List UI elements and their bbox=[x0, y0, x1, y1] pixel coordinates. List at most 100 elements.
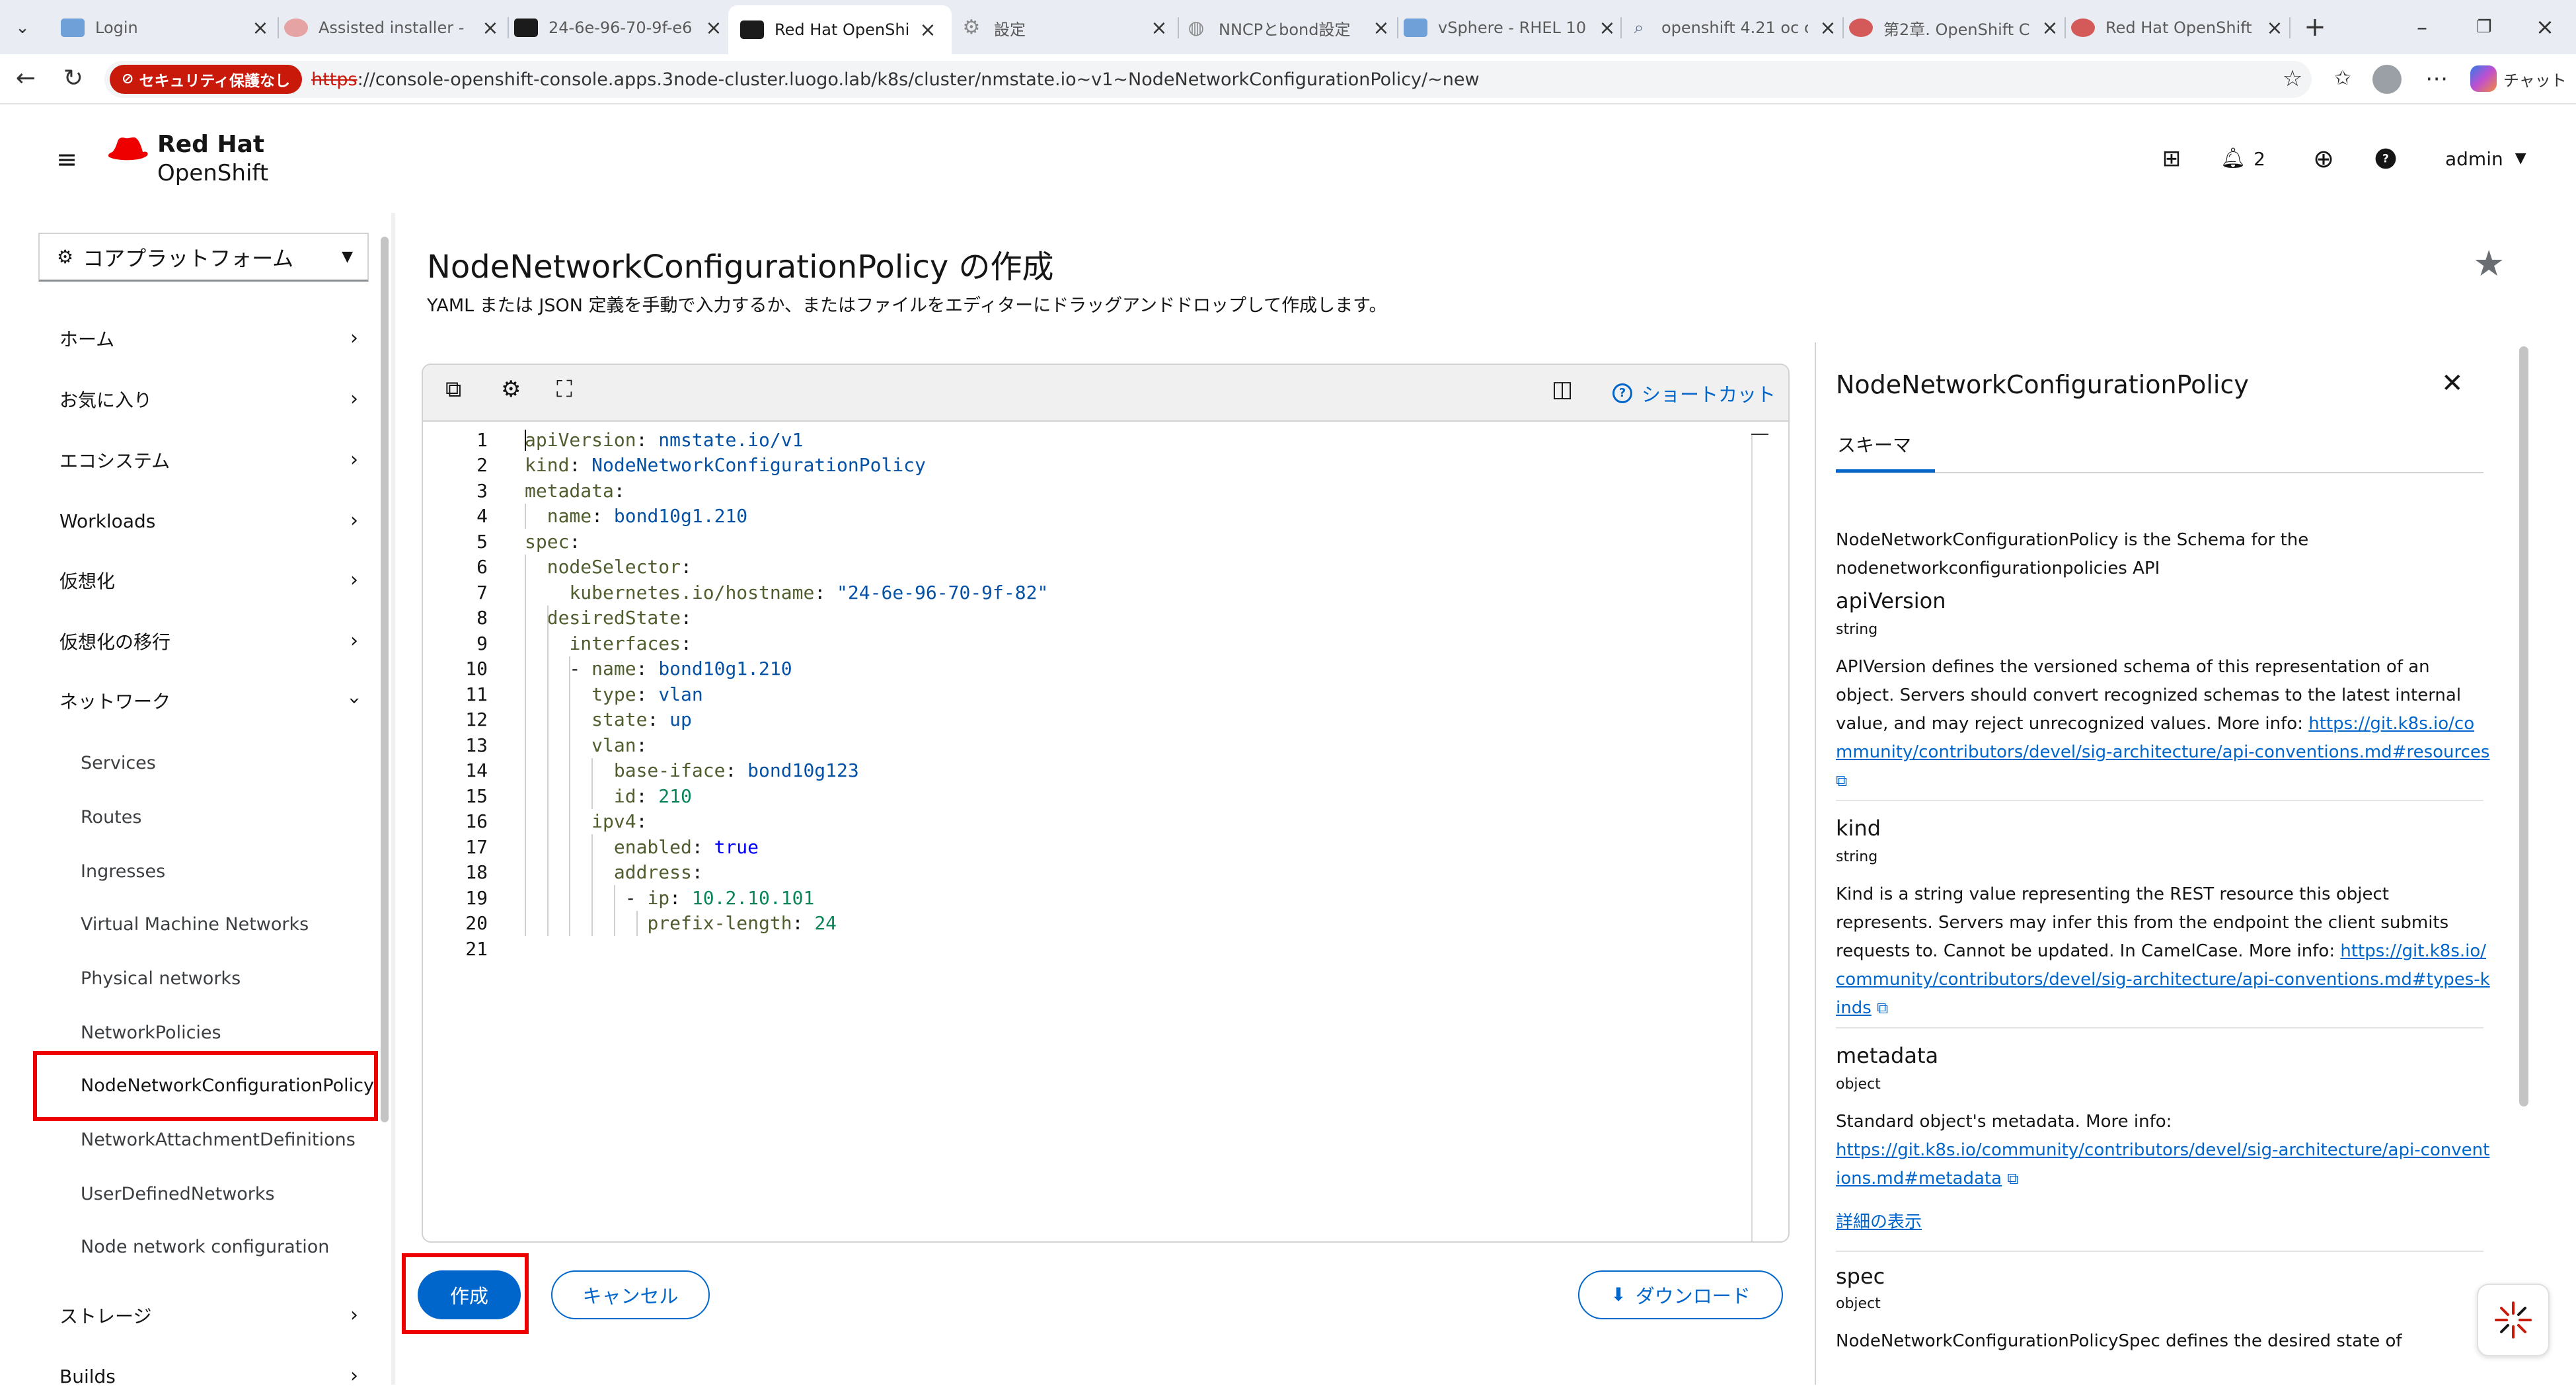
field-doc-link[interactable]: https://git.k8s.io/community/contributor… bbox=[1836, 1140, 2489, 1188]
help-question-icon[interactable]: ? bbox=[2375, 148, 2396, 169]
code-line[interactable]: 20 prefix-length: 24 bbox=[423, 911, 837, 937]
shortcuts-link[interactable]: ? ショートカット bbox=[1612, 379, 1776, 407]
sidebar-item-migration[interactable]: 仮想化の移行 › bbox=[59, 621, 370, 661]
yaml-editor[interactable]: ⧉ ⚙ ⛶ ◫ ? ショートカット 1 apiVersion: nmstate.i… bbox=[422, 364, 1790, 1243]
sidebar-item-storage[interactable]: ストレージ › bbox=[59, 1296, 370, 1335]
close-icon[interactable]: × bbox=[2263, 17, 2287, 40]
favorite-star-icon[interactable]: ★ bbox=[2473, 246, 2505, 282]
window-minimize-icon[interactable]: – bbox=[2406, 12, 2439, 42]
view-details-link[interactable]: 詳細の表示 bbox=[1836, 1208, 1922, 1237]
close-icon[interactable]: × bbox=[248, 17, 272, 40]
code-line[interactable]: 15 id: 210 bbox=[423, 783, 692, 809]
browser-tab-search[interactable]: ⌕ openshift 4.21 oc co × bbox=[1627, 8, 1840, 48]
code-line[interactable]: 6 nodeSelector: bbox=[423, 555, 692, 580]
security-warning-badge[interactable]: ⊘ セキュリティ保護なし bbox=[110, 65, 303, 94]
code-line[interactable]: 11 type: vlan bbox=[423, 681, 702, 707]
sidebar-item-vm-networks[interactable]: Virtual Machine Networks bbox=[81, 904, 309, 944]
code-line[interactable]: 8 desiredState: bbox=[423, 605, 692, 631]
sidebar-item-favorites[interactable]: お気に入り › bbox=[59, 379, 370, 419]
code-line[interactable]: 14 base-iface: bond10g123 bbox=[423, 758, 858, 784]
download-button[interactable]: ⬇ ダウンロード bbox=[1578, 1270, 1783, 1319]
bookmark-star-icon[interactable]: ☆ bbox=[2277, 63, 2308, 94]
close-icon[interactable]: × bbox=[1595, 17, 1619, 40]
code-line[interactable]: 5 spec: bbox=[423, 529, 580, 555]
line-number: 11 bbox=[465, 683, 488, 705]
openshift-logo[interactable]: Red Hat OpenShift bbox=[106, 127, 291, 193]
sidebar-item-routes[interactable]: Routes bbox=[81, 797, 141, 837]
copy-icon[interactable]: ⧉ bbox=[445, 378, 461, 401]
code-line[interactable]: 2 kind: NodeNetworkConfigurationPolicy bbox=[423, 453, 926, 479]
browser-tab-chapter2[interactable]: 第2章. OpenShift C × bbox=[1849, 8, 2062, 48]
sidebar-item-ecosystem[interactable]: エコシステム › bbox=[59, 440, 370, 480]
gear-icon[interactable]: ⚙ bbox=[501, 378, 521, 401]
app-launcher-grid-icon[interactable]: ⊞ bbox=[2157, 144, 2186, 173]
browser-tab-login[interactable]: Login × bbox=[61, 8, 272, 48]
close-icon[interactable]: × bbox=[1147, 17, 1171, 40]
sidebar-item-network-policies[interactable]: NetworkPolicies bbox=[81, 1013, 221, 1052]
copilot-button[interactable]: チャット bbox=[2470, 63, 2567, 94]
browser-tab-vsphere[interactable]: vSphere - RHEL 10 G × bbox=[1404, 8, 1619, 48]
sidebar-scrollbar[interactable] bbox=[381, 237, 389, 1122]
reload-icon[interactable]: ↻ bbox=[58, 63, 89, 94]
browser-tab-openshift-active[interactable]: Red Hat OpenShift × bbox=[728, 5, 952, 54]
close-icon[interactable]: × bbox=[1816, 17, 1840, 40]
sidebar-item-home[interactable]: ホーム › bbox=[59, 319, 370, 358]
code-line[interactable]: 13 vlan: bbox=[423, 732, 647, 758]
code-line[interactable]: 10 - name: bond10g1.210 bbox=[423, 656, 792, 682]
close-icon[interactable]: ✕ bbox=[2441, 370, 2464, 397]
new-tab-plus-icon[interactable]: + bbox=[2298, 12, 2331, 42]
code-line[interactable]: 1 apiVersion: nmstate.io/v1 bbox=[423, 427, 803, 453]
code-line[interactable]: 4 name: bond10g1.210 bbox=[423, 504, 747, 529]
sidebar-item-builds[interactable]: Builds › bbox=[59, 1356, 370, 1396]
browser-tab-openshift-c[interactable]: Red Hat OpenShift C × bbox=[2071, 8, 2287, 48]
cancel-button[interactable]: キャンセル bbox=[551, 1270, 710, 1319]
close-icon[interactable]: × bbox=[916, 19, 940, 42]
sidebar-item-workloads[interactable]: Workloads › bbox=[59, 501, 370, 541]
close-icon[interactable]: × bbox=[1369, 17, 1393, 40]
help-assistant-button[interactable] bbox=[2477, 1284, 2550, 1356]
tab-list-dropdown-icon[interactable]: ⌄ bbox=[9, 15, 36, 41]
browser-tab-console[interactable]: 24-6e-96-70-9f-e6 - × bbox=[514, 8, 726, 48]
back-arrow-icon[interactable]: ← bbox=[11, 63, 41, 94]
browser-tab-settings[interactable]: ⚙ 設定 × bbox=[960, 8, 1171, 48]
sidebar-item-node-network-configuration[interactable]: Node network configuration bbox=[81, 1227, 329, 1266]
quick-create-plus-icon[interactable]: ⊕ bbox=[2309, 144, 2338, 173]
window-restore-icon[interactable]: ❐ bbox=[2468, 12, 2501, 42]
favorites-icon[interactable]: ✩ bbox=[2328, 63, 2358, 94]
code-line[interactable]: 9 interfaces: bbox=[423, 631, 692, 656]
sidebar-item-network[interactable]: ネットワーク › bbox=[59, 681, 370, 720]
profile-avatar[interactable] bbox=[2372, 65, 2402, 94]
sidebar-item-physical-networks[interactable]: Physical networks bbox=[81, 958, 241, 998]
code-area[interactable]: 1 apiVersion: nmstate.io/v1 2 kind: NodeNet… bbox=[423, 422, 1788, 1241]
user-menu[interactable]: admin ▼ bbox=[2445, 144, 2526, 173]
close-icon[interactable]: × bbox=[2038, 17, 2062, 40]
sidebar-item-services[interactable]: Services bbox=[81, 743, 156, 783]
window-close-icon[interactable]: × bbox=[2528, 12, 2561, 42]
close-icon[interactable]: × bbox=[702, 17, 726, 40]
address-bar[interactable]: ⊘ セキュリティ保護なし https ://console-openshift-… bbox=[104, 61, 2312, 98]
code-line[interactable]: 12 state: up bbox=[423, 707, 692, 733]
code-line[interactable]: 18 address: bbox=[423, 860, 702, 886]
perspective-switcher[interactable]: ⚙ コアプラットフォーム ▼ bbox=[38, 233, 369, 282]
notifications-button[interactable]: 🔔︎ 2 bbox=[2220, 144, 2265, 173]
sidebar-item-user-defined-networks[interactable]: UserDefinedNetworks bbox=[81, 1174, 275, 1214]
code-line[interactable]: 17 enabled: true bbox=[423, 834, 759, 860]
more-menu-icon[interactable]: ⋯ bbox=[2421, 63, 2452, 94]
expand-icon[interactable]: ⛶ bbox=[556, 378, 572, 401]
sidebar-item-ingresses[interactable]: Ingresses bbox=[81, 851, 165, 891]
sidebar-item-virtualization[interactable]: 仮想化 › bbox=[59, 561, 370, 600]
schema-scrollbar[interactable] bbox=[2519, 346, 2528, 1106]
gear-icon: ⚙ bbox=[962, 16, 981, 39]
code-line[interactable]: 3 metadata: bbox=[423, 478, 625, 504]
sidebar-item-network-attachment-definitions[interactable]: NetworkAttachmentDefinitions bbox=[81, 1120, 356, 1159]
sidebar-toggle-icon[interactable]: ◫ bbox=[1552, 378, 1573, 401]
code-line[interactable]: 16 ipv4: bbox=[423, 809, 647, 835]
code-line[interactable]: 7 kubernetes.io/hostname: "24-6e-96-70-9… bbox=[423, 580, 1048, 605]
hamburger-menu-icon[interactable]: ≡ bbox=[50, 143, 83, 176]
browser-tab-assisted-installer[interactable]: Assisted installer - R × bbox=[284, 8, 502, 48]
browser-tab-nncp-bond[interactable]: ◍ NNCPとbond設定 × bbox=[1184, 8, 1393, 48]
tab-schema[interactable]: スキーマ bbox=[1837, 431, 1911, 472]
code-line[interactable]: 21 bbox=[423, 936, 525, 962]
code-line[interactable]: 19 - ip: 10.2.10.101 bbox=[423, 885, 814, 911]
close-icon[interactable]: × bbox=[478, 17, 502, 40]
